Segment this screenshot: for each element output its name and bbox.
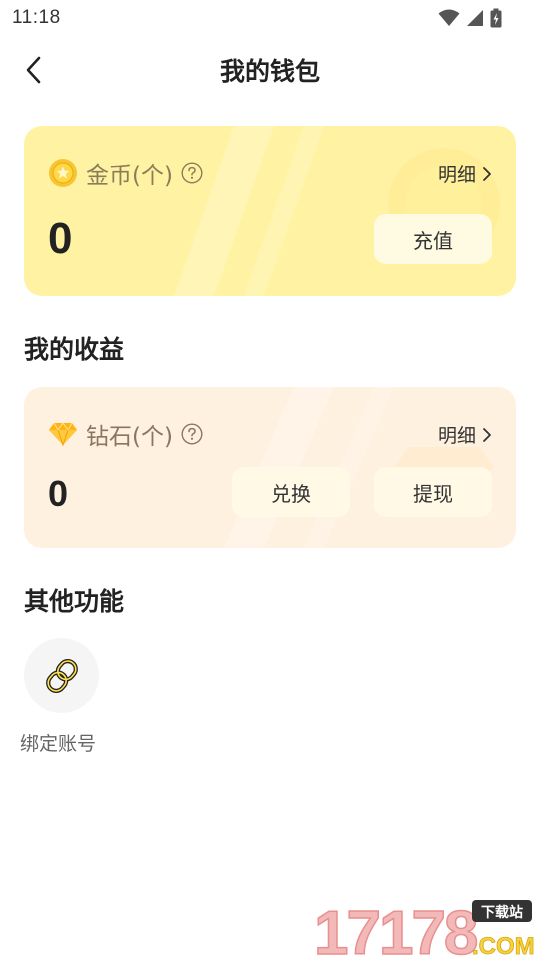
- status-icons: [438, 8, 502, 28]
- chevron-right-icon: [483, 166, 491, 181]
- feature-label: 绑定账号: [20, 733, 97, 755]
- diamond-detail-link[interactable]: 明细: [438, 421, 492, 448]
- nav-bar: 我的钱包: [0, 38, 540, 102]
- diamond-amount: 0: [48, 473, 69, 514]
- gold-coin-card: 金币(个) 明细 0 充值: [24, 126, 516, 296]
- help-icon[interactable]: [181, 423, 203, 445]
- signal-icon: [467, 10, 483, 26]
- withdraw-label: 提现: [413, 481, 453, 506]
- chevron-right-icon: [483, 427, 491, 442]
- detail-label: 明细: [437, 164, 476, 186]
- withdraw-button[interactable]: 提现: [374, 467, 492, 517]
- diamond-card: 钻石(个) 明细 0 兑换 提现: [24, 387, 516, 548]
- recharge-button[interactable]: 充值: [374, 214, 492, 264]
- battery-icon: [490, 8, 502, 28]
- diamond-label: 钻石(个): [86, 424, 173, 450]
- bind-account-feature[interactable]: 绑定账号: [20, 638, 104, 756]
- svg-text:下载站: 下载站: [481, 904, 523, 921]
- diamond-icon: [49, 422, 77, 447]
- gold-coin-icon: [49, 159, 77, 187]
- gold-coin-amount: 0: [48, 214, 73, 263]
- help-icon[interactable]: [181, 162, 203, 184]
- card-decoration: [174, 126, 500, 296]
- gold-detail-link[interactable]: 明细: [438, 160, 492, 187]
- exchange-button[interactable]: 兑换: [232, 467, 350, 517]
- exchange-label: 兑换: [271, 481, 311, 506]
- diamond-header: 钻石(个): [48, 417, 203, 451]
- watermark-logo: 17178 下载站 .COM: [312, 896, 538, 960]
- link-icon: [45, 658, 78, 693]
- status-time: 11:18: [12, 7, 61, 28]
- gold-coin-label: 金币(个): [86, 163, 173, 189]
- gold-coin-header: 金币(个): [48, 156, 203, 190]
- status-bar: 11:18: [0, 0, 540, 36]
- other-section-title: 其他功能: [24, 587, 125, 616]
- detail-label: 明细: [437, 425, 476, 447]
- earnings-section-title: 我的收益: [24, 335, 125, 364]
- wifi-icon: [438, 9, 460, 26]
- svg-text:17178: 17178: [314, 899, 477, 960]
- feature-icon-circle: [24, 638, 99, 713]
- recharge-label: 充值: [413, 228, 453, 253]
- page-title: 我的钱包: [219, 57, 320, 86]
- svg-text:.COM: .COM: [472, 933, 535, 960]
